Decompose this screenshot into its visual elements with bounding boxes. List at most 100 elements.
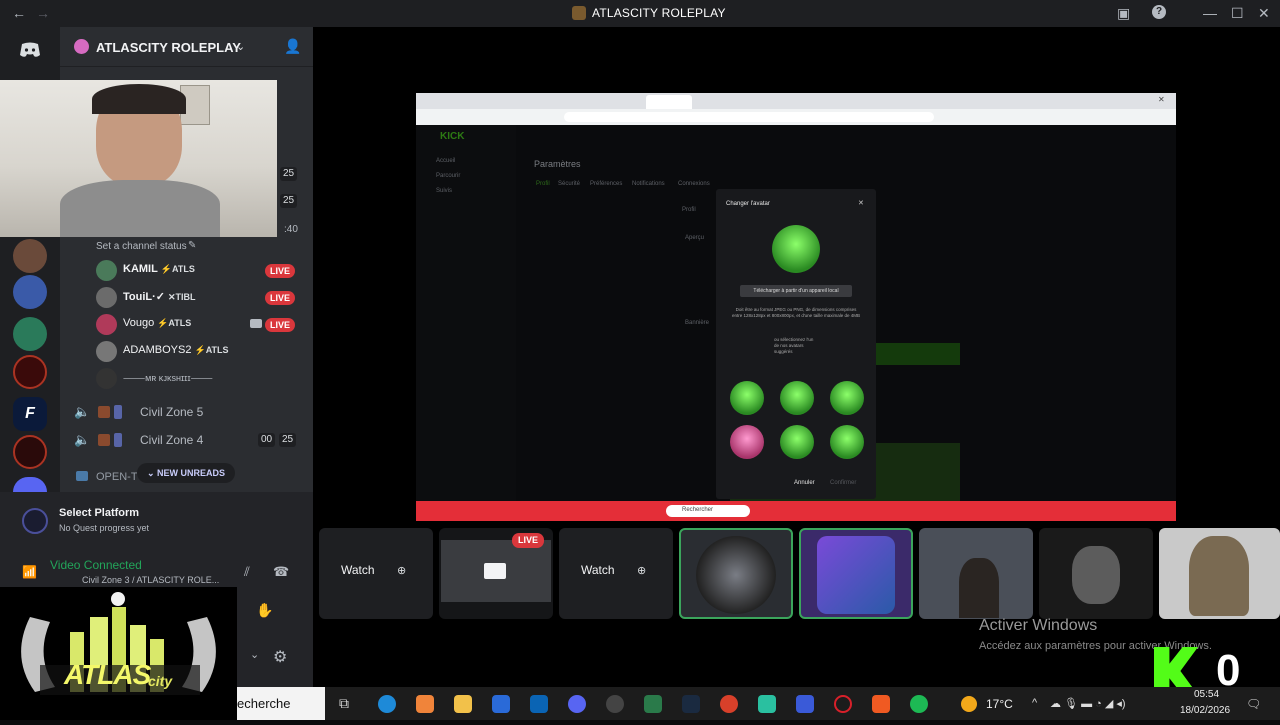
signal-icon[interactable]: 📶 xyxy=(22,565,37,579)
add-member-icon[interactable]: 👤 xyxy=(284,38,301,55)
server-header[interactable]: ATLASCITY ROLEPLAY ⌄ 👤 xyxy=(60,27,313,67)
server-avatar-3[interactable] xyxy=(13,355,47,389)
maximize-icon[interactable]: ☐ xyxy=(1231,5,1244,21)
activity-icon[interactable]: ✋ xyxy=(256,602,273,619)
file-explorer-icon[interactable] xyxy=(454,695,472,713)
server-avatar-1[interactable] xyxy=(13,239,47,273)
tray-icons[interactable]: ☁ 🎙 ▬ ◔ ◢ ◂) xyxy=(1050,697,1126,710)
close-icon[interactable]: ✕ xyxy=(858,199,864,207)
confirm-button[interactable]: Confirmer xyxy=(830,480,856,486)
tab-notifications: Notifications xyxy=(632,181,665,187)
back-arrow-icon[interactable]: ← xyxy=(12,5,26,21)
help-icon[interactable]: ? xyxy=(1152,5,1166,19)
windows-search-box[interactable]: echerche xyxy=(237,687,325,720)
participant-tile[interactable] xyxy=(799,528,913,619)
suggested-avatar[interactable] xyxy=(730,425,764,459)
forward-arrow-icon[interactable]: → xyxy=(36,5,50,21)
app-icon[interactable] xyxy=(796,695,814,713)
server-avatar-bleach[interactable] xyxy=(13,317,47,351)
weather-temp[interactable]: 17°C xyxy=(986,697,1013,711)
close-icon: ✕ xyxy=(1158,95,1165,104)
copilot-icon[interactable] xyxy=(416,695,434,713)
new-unreads-pill[interactable]: ⌄ NEW UNREADS xyxy=(137,463,235,483)
server-avatar-4[interactable] xyxy=(13,435,47,469)
avatar xyxy=(1072,546,1120,604)
notification-icon[interactable]: 🗨 xyxy=(1246,697,1261,711)
spotify-icon[interactable] xyxy=(910,695,928,713)
stream-tile[interactable]: Watch ⊕ xyxy=(319,528,433,619)
noise-suppression-icon[interactable]: ⫽ xyxy=(244,564,250,580)
gear-icon[interactable]: ⚙ xyxy=(273,647,287,667)
chevron-down-icon[interactable]: ⌄ xyxy=(250,648,259,661)
obs-icon[interactable] xyxy=(606,695,624,713)
inbox-icon[interactable]: ▣ xyxy=(1117,5,1130,21)
chevron-down-icon: ⌄ xyxy=(146,468,158,478)
suggested-avatar[interactable] xyxy=(780,381,814,415)
brave-icon[interactable] xyxy=(872,695,890,713)
app-icon[interactable] xyxy=(758,695,776,713)
channel-name: Civil Zone 4 xyxy=(140,433,204,447)
voice-user-row[interactable]: KAMIL ⚡ATLS LIVE xyxy=(96,258,311,284)
clock-date[interactable]: 18/02/2026 xyxy=(1180,705,1230,716)
opera-icon[interactable] xyxy=(834,695,852,713)
voice-channel-civil-zone-5[interactable]: 🔈 Civil Zone 5 xyxy=(74,400,304,424)
channel-name: Civil Zone 5 xyxy=(140,405,204,419)
voice-user-row[interactable]: Vougo ⚡ATLS LIVE xyxy=(96,312,311,338)
upload-button[interactable]: Télécharger à partir d'un appareil local xyxy=(740,285,852,297)
participant-tile[interactable] xyxy=(679,528,793,619)
live-badge: LIVE xyxy=(512,533,544,548)
tray-chevron-icon[interactable]: ^ xyxy=(1032,697,1037,709)
voice-user-row[interactable]: TouiL·✓ ✕TIBL LIVE xyxy=(96,285,311,311)
quest-panel[interactable]: Select Platform No Quest progress yet xyxy=(0,492,313,552)
edit-pencil-icon[interactable]: ✎ xyxy=(188,240,196,251)
voice-status-subtitle[interactable]: Civil Zone 3 / ATLASCITY ROLE... xyxy=(82,575,219,585)
avatar xyxy=(817,536,895,614)
server-avatar-f[interactable]: F xyxy=(13,397,47,431)
voice-user-name: KAMIL xyxy=(123,263,158,275)
edge-icon[interactable] xyxy=(378,695,396,713)
server-badge-icon xyxy=(74,39,89,54)
steam-icon[interactable] xyxy=(682,695,700,713)
cancel-button[interactable]: Annuler xyxy=(794,480,815,486)
suggested-avatar[interactable] xyxy=(830,425,864,459)
minimize-icon[interactable]: — xyxy=(1203,5,1217,21)
logo-wordmark-suffix: city xyxy=(148,673,173,689)
app-icon[interactable] xyxy=(644,695,662,713)
discord-icon[interactable] xyxy=(13,33,47,67)
suggested-avatar[interactable] xyxy=(780,425,814,459)
open-channel-name[interactable]: OPEN-T xyxy=(96,471,138,483)
clock-time[interactable]: 05:54 xyxy=(1194,689,1219,700)
task-view-icon[interactable]: ⧉ xyxy=(339,695,349,712)
store-icon[interactable] xyxy=(492,695,510,713)
suggested-avatar[interactable] xyxy=(830,381,864,415)
server-avatar-5[interactable] xyxy=(13,477,47,492)
participant-tile[interactable] xyxy=(1159,528,1280,619)
voice-status-title: Video Connected xyxy=(50,558,142,572)
stage-count-2: 25 xyxy=(280,194,298,208)
participant-tile[interactable] xyxy=(1039,528,1153,619)
voice-user-name: TouiL·✓ xyxy=(123,291,165,303)
close-icon[interactable]: ✕ xyxy=(1258,5,1270,21)
voice-user-row[interactable]: ⸻ᴍʀ ᴋᴊᴋsʜɪɪɪ⸻ xyxy=(96,366,311,392)
server-avatar-2[interactable] xyxy=(13,275,47,309)
shared-screen-browser[interactable]: ✕ KICK Accueil Parcourir Suivis Paramètr… xyxy=(416,93,1176,521)
section-profil: Profil xyxy=(682,207,696,213)
outlook-icon[interactable] xyxy=(530,695,548,713)
current-avatar xyxy=(772,225,820,273)
watch-label: Watch xyxy=(581,563,615,577)
voice-user-row[interactable]: ADAMBOYS2 ⚡ATLS xyxy=(96,339,311,365)
stream-tile-live[interactable]: LIVE xyxy=(439,528,553,619)
stream-tile[interactable]: Watch ⊕ xyxy=(559,528,673,619)
suggested-label: ou sélectionnez l'un de nos avatars sugg… xyxy=(774,337,814,354)
suggested-avatar[interactable] xyxy=(730,381,764,415)
disconnect-icon[interactable]: ☎ xyxy=(273,564,289,580)
voice-channel-civil-zone-4[interactable]: 🔈 Civil Zone 4 00 25 xyxy=(74,428,304,452)
channel-count-b: 25 xyxy=(279,433,297,447)
change-avatar-modal: Changer l'avatar ✕ Télécharger à partir … xyxy=(716,189,876,499)
participant-camera-tile[interactable] xyxy=(919,528,1033,619)
server-name: ATLASCITY ROLEPLAY xyxy=(96,40,241,55)
discord-taskbar-icon[interactable] xyxy=(568,695,586,713)
channel-status-label[interactable]: Set a channel status xyxy=(96,241,187,252)
chrome-icon[interactable] xyxy=(720,695,738,713)
person-hair xyxy=(92,84,186,114)
